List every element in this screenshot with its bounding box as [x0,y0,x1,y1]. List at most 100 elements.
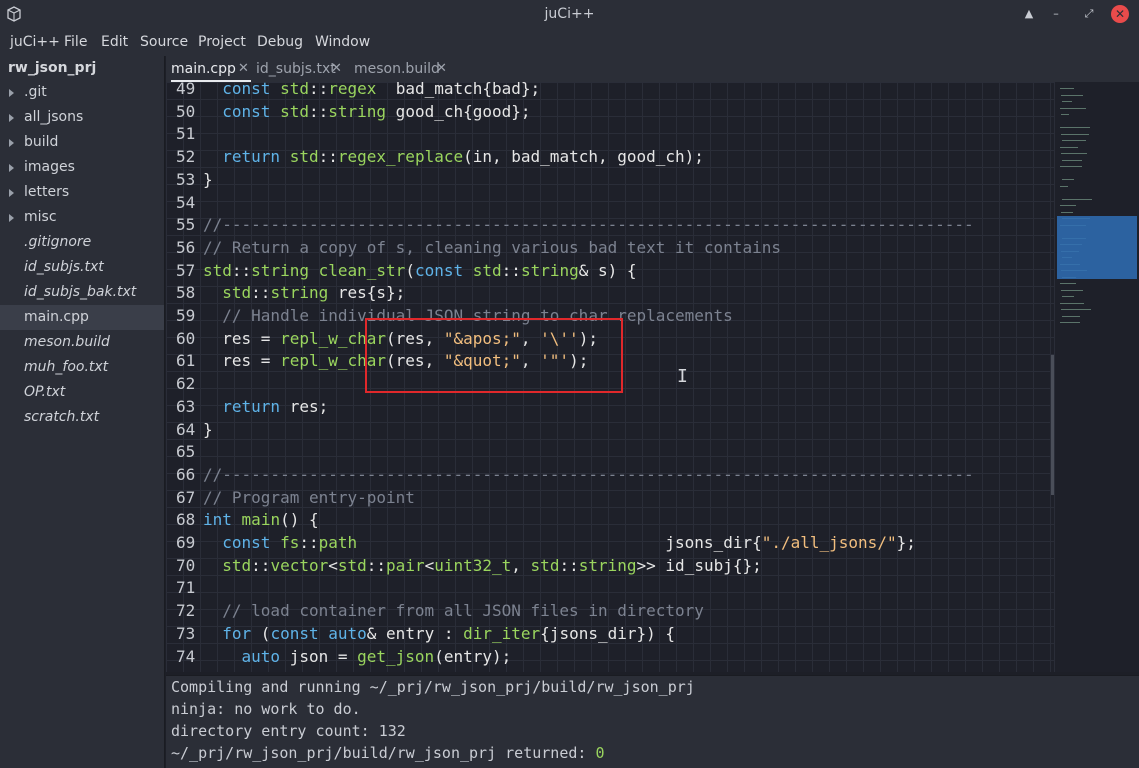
code-text: std::string clean_str(const std::string&… [203,260,637,280]
restore-button[interactable]: ⤢ [1080,5,1098,23]
menu-source[interactable]: Source [140,34,188,50]
menu-file[interactable]: File [64,34,87,50]
tree-item-label: OP.txt [24,384,66,400]
minimap-code-line [1060,88,1074,89]
expand-arrow-icon[interactable] [9,164,14,172]
tree-item-label: misc [24,209,57,225]
minimap-code-line [1061,289,1083,291]
line-number: 60 [176,328,196,348]
tree-item-label: main.cpp [24,309,89,325]
folder-item[interactable]: build [0,130,164,155]
tree-item-label: .gitignore [24,234,92,250]
line-number: 54 [176,192,196,212]
file-item[interactable]: OP.txt [0,380,164,405]
minimap-viewport[interactable] [1057,216,1137,279]
file-item[interactable]: main.cpp [0,305,164,330]
menu-debug[interactable]: Debug [257,34,303,50]
line-number: 53 [176,169,196,189]
line-number: 57 [176,260,196,280]
code-text: const fs::path jsons_dir{"./all_jsons/"}… [222,533,916,552]
minimap-code-line [1060,185,1068,187]
tab-close-icon[interactable]: ✕ [238,56,249,82]
code-text: for (const auto& entry : dir_iter{jsons_… [222,623,676,643]
terminal-return-text: ~/_prj/rw_json_prj/build/rw_json_prj ret… [171,744,596,762]
line-number: 56 [176,237,196,257]
file-item[interactable]: id_subjs.txt [0,255,164,280]
line-number: 67 [176,487,196,507]
line-number: 63 [176,396,196,416]
menu-window[interactable]: Window [315,34,370,50]
line-number: 62 [176,374,196,394]
expand-arrow-icon[interactable] [9,139,14,147]
tab-meson-build[interactable]: meson.build ✕ [354,56,450,82]
tab-id-subjs-txt[interactable]: id_subjs.txt ✕ [256,56,348,82]
code-text: const std::string good_ch{good}; [222,101,531,121]
line-number: 51 [176,124,196,144]
menu-jucipp[interactable]: juCi++ [10,34,60,50]
close-window-button[interactable]: ✕ [1111,5,1129,23]
code-text: std::string res{s}; [222,283,406,303]
line-number: 69 [176,533,196,552]
minimap-code-line [1061,211,1073,213]
terminal-line: ninja: no work to do. [171,700,361,718]
text-cursor-icon: I [677,366,688,387]
minimap-code-line [1060,127,1090,128]
terminal-output[interactable]: Compiling and running ~/_prj/rw_json_prj… [166,675,1139,768]
file-item[interactable]: meson.build [0,330,164,355]
file-item[interactable]: id_subjs_bak.txt [0,280,164,305]
file-item[interactable]: .gitignore [0,230,164,255]
tree-item-label: muh_foo.txt [24,359,109,375]
folder-item[interactable]: images [0,155,164,180]
minimize-button[interactable]: – [1047,5,1065,23]
expand-arrow-icon[interactable] [9,89,14,97]
minimap-code-line [1062,101,1072,102]
menu-edit[interactable]: Edit [101,34,128,50]
tab-main-cpp[interactable]: main.cpp ✕ [171,56,251,82]
line-number: 55 [176,215,196,235]
code-text: std::vector<std::pair<uint32_t, std::str… [222,555,762,575]
vertical-scrollbar[interactable] [1051,355,1054,495]
tree-item-label: id_subjs_bak.txt [24,284,137,300]
code-text: const std::regex bad_match{bad}; [222,82,541,98]
terminal-line: Compiling and running ~/_prj/rw_json_prj… [171,678,695,696]
code-text: // Return a copy of s, cleaning various … [203,237,781,257]
menu-bar: juCi++ File Edit Source Project Debug Wi… [0,28,1139,56]
line-number: 72 [176,601,196,621]
file-item[interactable]: scratch.txt [0,405,164,430]
window-title: juCi++ [544,6,595,22]
minimap-code-line [1061,309,1091,310]
tree-item-label: letters [24,184,70,200]
line-number: 61 [176,351,196,371]
code-text: } [203,419,213,439]
code-editor[interactable]: 49 const std::regex bad_match{bad}; 50 co… [166,82,1054,672]
minimap-code-line [1061,114,1069,115]
line-number: 59 [176,306,196,325]
line-number: 68 [176,510,196,530]
line-number: 49 [176,82,196,98]
file-item[interactable]: muh_foo.txt [0,355,164,380]
code-text: return std::regex_replace(in, bad_match,… [222,147,704,167]
project-name[interactable]: rw_json_prj [8,60,96,76]
code-text: // Program entry-point [203,487,415,507]
tree-item-label: build [24,134,59,150]
tab-close-icon[interactable]: ✕ [331,56,342,82]
terminal-return-code: 0 [595,744,605,762]
minimize-up-button[interactable]: ▲ [1020,5,1038,23]
menu-project[interactable]: Project [198,34,246,50]
expand-arrow-icon[interactable] [9,214,14,222]
folder-item[interactable]: letters [0,180,164,205]
minimap[interactable] [1054,82,1139,672]
folder-item[interactable]: .git [0,80,164,105]
tree-item-label: images [24,159,75,175]
tab-label: main.cpp [171,61,236,77]
expand-arrow-icon[interactable] [9,114,14,122]
folder-item[interactable]: misc [0,205,164,230]
tab-close-icon[interactable]: ✕ [436,56,447,82]
minimap-code-line [1062,296,1074,297]
tree-item-label: scratch.txt [24,409,100,425]
folder-item[interactable]: all_jsons [0,105,164,130]
minimap-code-line [1060,107,1086,109]
tree-item-label: meson.build [24,334,110,350]
expand-arrow-icon[interactable] [9,189,14,197]
terminal-line: ~/_prj/rw_json_prj/build/rw_json_prj ret… [171,742,604,764]
